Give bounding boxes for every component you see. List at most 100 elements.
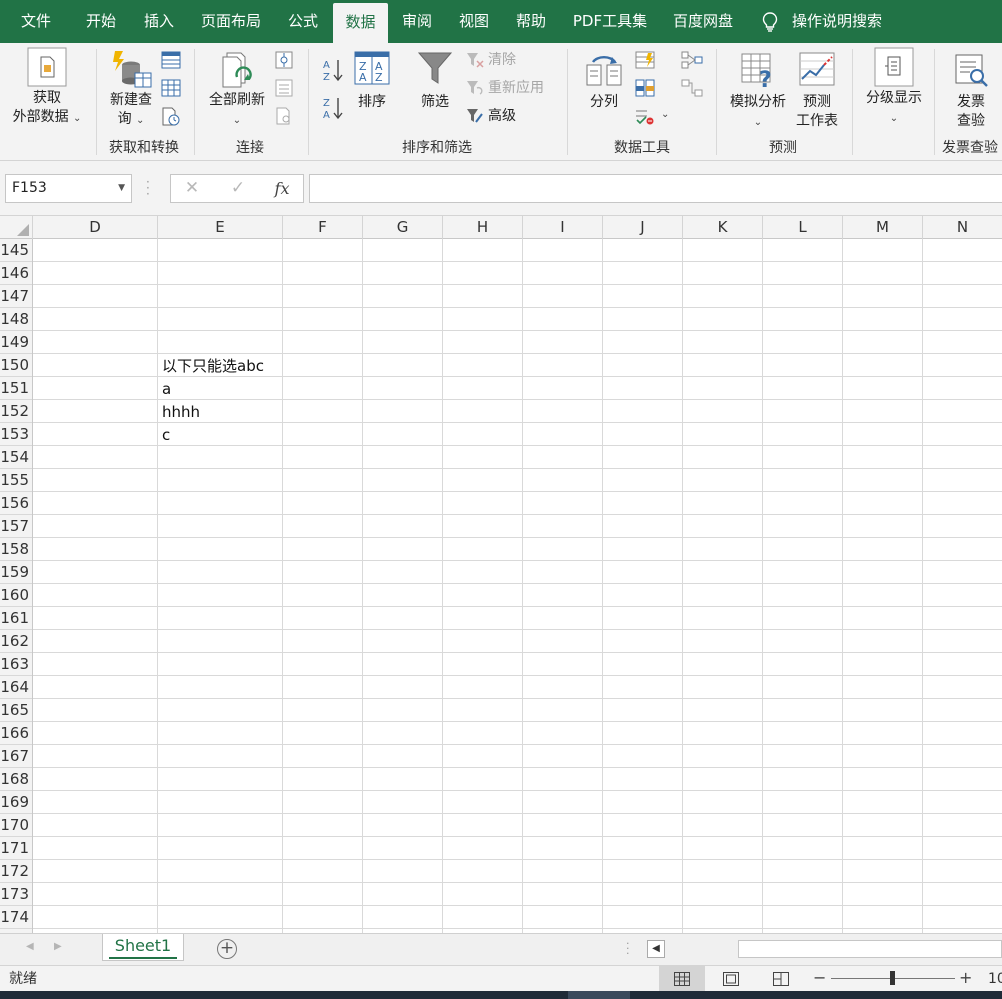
- zoom-in-button[interactable]: +: [959, 966, 972, 990]
- column-header-l[interactable]: L: [763, 216, 843, 239]
- advanced-filter-button[interactable]: 高级: [466, 105, 516, 127]
- row-header[interactable]: 159: [0, 561, 32, 584]
- tab-help[interactable]: 帮助: [505, 0, 557, 43]
- row-header[interactable]: 171: [0, 837, 32, 860]
- column-header-d[interactable]: D: [33, 216, 158, 239]
- connections-icon[interactable]: [275, 51, 293, 69]
- column-header-h[interactable]: H: [443, 216, 523, 239]
- page-break-view-button[interactable]: [758, 966, 804, 992]
- cancel-icon[interactable]: ✕: [177, 175, 207, 202]
- row-header[interactable]: 155: [0, 469, 32, 492]
- row-header[interactable]: 157: [0, 515, 32, 538]
- invoice-check-button[interactable]: 发票 查验: [940, 51, 1002, 131]
- row-header[interactable]: 150: [0, 354, 32, 377]
- tab-file[interactable]: 文件: [8, 0, 64, 43]
- row-header[interactable]: 162: [0, 630, 32, 653]
- row-header[interactable]: 173: [0, 883, 32, 906]
- insert-function-icon[interactable]: fx: [267, 175, 297, 202]
- what-if-analysis-button[interactable]: ? 模拟分析 ⌄: [722, 51, 794, 132]
- relationships-icon[interactable]: [681, 79, 703, 97]
- column-header-n[interactable]: N: [923, 216, 1002, 239]
- enter-check-icon[interactable]: ✓: [223, 175, 253, 202]
- row-header[interactable]: 170: [0, 814, 32, 837]
- row-header[interactable]: 149: [0, 331, 32, 354]
- cell-e151[interactable]: a: [158, 378, 171, 401]
- edit-links-icon[interactable]: [275, 107, 293, 125]
- scroll-sheets-right-icon[interactable]: ▶: [54, 941, 62, 952]
- row-header[interactable]: 145: [0, 239, 32, 262]
- name-box-dropdown-icon[interactable]: ▼: [118, 175, 125, 202]
- tab-view[interactable]: 视图: [448, 0, 500, 43]
- tab-data[interactable]: 数据: [333, 3, 388, 43]
- filter-button[interactable]: 筛选: [412, 51, 458, 112]
- column-header-k[interactable]: K: [683, 216, 763, 239]
- cell-e153[interactable]: c: [158, 424, 170, 447]
- tab-review[interactable]: 审阅: [392, 0, 442, 43]
- data-validation-icon[interactable]: [635, 107, 655, 125]
- get-external-data-button[interactable]: 获取 外部数据 ⌄: [4, 47, 90, 128]
- column-header-g[interactable]: G: [363, 216, 443, 239]
- formula-bar-grip-icon[interactable]: · · ·: [146, 176, 152, 200]
- add-sheet-icon[interactable]: +: [217, 939, 237, 959]
- tab-baidu-netdisk[interactable]: 百度网盘: [664, 0, 742, 43]
- row-header[interactable]: 172: [0, 860, 32, 883]
- column-header-f[interactable]: F: [283, 216, 363, 239]
- column-header-i[interactable]: I: [523, 216, 603, 239]
- sheet-tab[interactable]: Sheet1: [102, 934, 184, 961]
- row-header[interactable]: 158: [0, 538, 32, 561]
- row-header[interactable]: 165: [0, 699, 32, 722]
- normal-view-button[interactable]: [659, 966, 705, 992]
- text-to-columns-button[interactable]: 分列: [580, 53, 628, 112]
- page-layout-view-button[interactable]: [708, 966, 754, 992]
- cell-e150[interactable]: 以下只能选abc: [158, 355, 264, 378]
- row-header[interactable]: 153: [0, 423, 32, 446]
- show-queries-icon[interactable]: [161, 51, 181, 69]
- clear-filter-button[interactable]: 清除: [466, 49, 516, 71]
- consolidate-icon[interactable]: [681, 51, 703, 69]
- row-header[interactable]: 163: [0, 653, 32, 676]
- row-header[interactable]: 147: [0, 285, 32, 308]
- row-header[interactable]: 151: [0, 377, 32, 400]
- select-all-button[interactable]: [0, 216, 33, 239]
- flash-fill-icon[interactable]: [635, 51, 655, 69]
- row-header[interactable]: 166: [0, 722, 32, 745]
- sort-button[interactable]: Z A A Z 排序: [350, 51, 394, 112]
- row-header[interactable]: 167: [0, 745, 32, 768]
- tab-insert[interactable]: 插入: [132, 0, 186, 43]
- sort-ascending-icon[interactable]: AZ: [322, 57, 344, 83]
- row-header[interactable]: 169: [0, 791, 32, 814]
- reapply-button[interactable]: 重新应用: [466, 77, 544, 99]
- formula-input[interactable]: [309, 174, 1002, 203]
- row-header[interactable]: 156: [0, 492, 32, 515]
- row-header[interactable]: 148: [0, 308, 32, 331]
- row-header[interactable]: 168: [0, 768, 32, 791]
- row-header[interactable]: 164: [0, 676, 32, 699]
- properties-icon[interactable]: [275, 79, 293, 97]
- cell-grid[interactable]: 以下只能选abc a hhhh c: [33, 239, 1002, 933]
- zoom-level[interactable]: 10: [988, 966, 1002, 992]
- cell-e152[interactable]: hhhh: [158, 401, 200, 424]
- row-header[interactable]: 152: [0, 400, 32, 423]
- zoom-out-button[interactable]: −: [813, 966, 826, 990]
- tab-pdf-tools[interactable]: PDF工具集: [564, 0, 656, 43]
- new-query-button[interactable]: 新建查 询 ⌄: [102, 49, 160, 130]
- row-header[interactable]: 174: [0, 906, 32, 929]
- refresh-all-button[interactable]: 全部刷新 ⌄: [200, 49, 274, 130]
- tell-me-search[interactable]: 操作说明搜索: [762, 0, 882, 43]
- row-header[interactable]: 161: [0, 607, 32, 630]
- tab-splitter-icon[interactable]: · · ·: [626, 938, 630, 959]
- outline-button[interactable]: 分级显示 ⌄: [858, 47, 930, 128]
- chevron-down-icon[interactable]: ⌄: [661, 109, 669, 120]
- from-table-icon[interactable]: [161, 79, 181, 97]
- scroll-left-arrow-icon[interactable]: ◀: [647, 940, 665, 958]
- zoom-slider-thumb[interactable]: [890, 971, 895, 985]
- name-box[interactable]: F153 ▼: [5, 174, 132, 203]
- row-header[interactable]: 160: [0, 584, 32, 607]
- tab-page-layout[interactable]: 页面布局: [192, 0, 270, 43]
- remove-duplicates-icon[interactable]: [635, 79, 655, 97]
- tab-home[interactable]: 开始: [74, 0, 128, 43]
- forecast-sheet-button[interactable]: 预测 工作表: [792, 51, 842, 131]
- row-header[interactable]: 146: [0, 262, 32, 285]
- recent-sources-icon[interactable]: [161, 107, 181, 127]
- column-header-m[interactable]: M: [843, 216, 923, 239]
